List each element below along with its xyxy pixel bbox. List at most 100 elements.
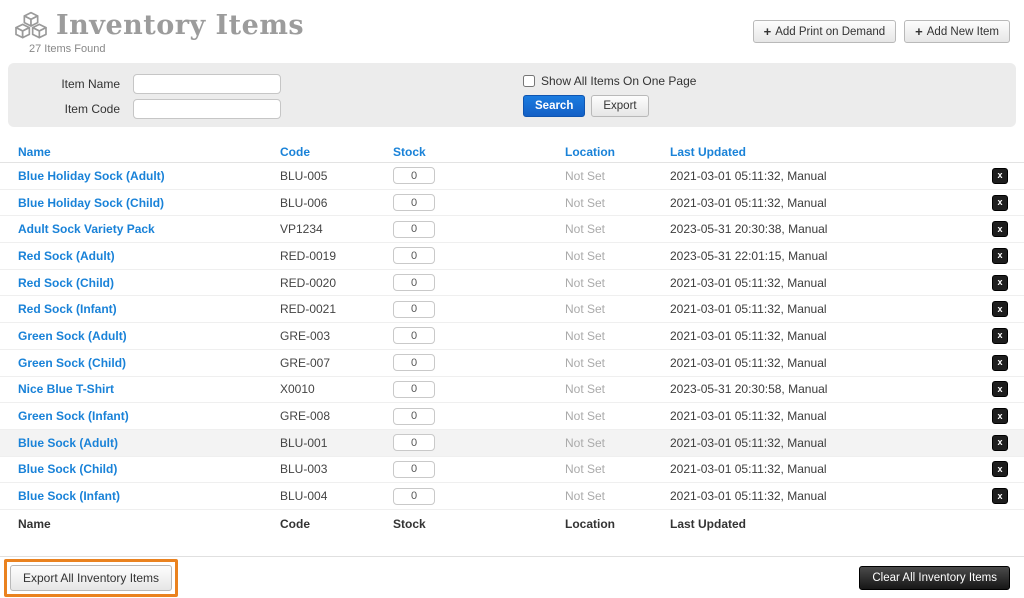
item-location-cell: Not Set: [565, 356, 670, 370]
delete-item-button[interactable]: x: [992, 408, 1008, 424]
delete-item-button[interactable]: x: [992, 248, 1008, 264]
add-new-item-label: Add New Item: [927, 26, 999, 38]
item-location-cell: Not Set: [565, 276, 670, 290]
stock-input[interactable]: [393, 408, 435, 425]
stock-input[interactable]: [393, 274, 435, 291]
stock-cell: [393, 167, 565, 184]
items-found-count: 27 Items Found: [14, 41, 304, 55]
stock-input[interactable]: [393, 301, 435, 318]
stock-cell: [393, 247, 565, 264]
plus-icon: +: [764, 25, 772, 38]
item-code-cell: X0010: [280, 382, 393, 396]
delete-item-button[interactable]: x: [992, 168, 1008, 184]
delete-item-button[interactable]: x: [992, 275, 1008, 291]
footer-column-location: Location: [565, 517, 670, 531]
last-updated-cell: 2023-05-31 20:30:58, Manual: [670, 382, 992, 396]
last-updated-cell: 2021-03-01 05:11:32, Manual: [670, 356, 992, 370]
add-new-item-button[interactable]: + Add New Item: [904, 20, 1010, 43]
stock-cell: [393, 434, 565, 451]
table-row: Adult Sock Variety Pack VP1234 Not Set 2…: [0, 216, 1024, 243]
header-buttons: + Add Print on Demand + Add New Item: [753, 20, 1010, 43]
table-row: Red Sock (Adult) RED-0019 Not Set 2023-0…: [0, 243, 1024, 270]
table-body: Blue Holiday Sock (Adult) BLU-005 Not Se…: [0, 163, 1024, 510]
stock-input[interactable]: [393, 167, 435, 184]
column-header-last-updated[interactable]: Last Updated: [670, 145, 992, 159]
item-name-link[interactable]: Blue Sock (Adult): [18, 436, 118, 450]
column-header-name[interactable]: Name: [18, 145, 280, 159]
item-code-cell: RED-0020: [280, 276, 393, 290]
item-name-link[interactable]: Green Sock (Child): [18, 356, 126, 370]
stock-input[interactable]: [393, 461, 435, 478]
title-block: Inventory Items 27 Items Found: [14, 10, 304, 55]
column-header-location[interactable]: Location: [565, 145, 670, 159]
column-header-stock[interactable]: Stock: [393, 145, 565, 159]
add-print-on-demand-button[interactable]: + Add Print on Demand: [753, 20, 897, 43]
table-row: Green Sock (Infant) GRE-008 Not Set 2021…: [0, 403, 1024, 430]
delete-item-button[interactable]: x: [992, 355, 1008, 371]
search-button[interactable]: Search: [523, 95, 585, 117]
last-updated-cell: 2021-03-01 05:11:32, Manual: [670, 196, 992, 210]
item-location-cell: Not Set: [565, 436, 670, 450]
item-location-cell: Not Set: [565, 329, 670, 343]
item-name-label: Item Name: [8, 77, 133, 91]
show-all-items-label: Show All Items On One Page: [541, 74, 696, 88]
item-location-cell: Not Set: [565, 382, 670, 396]
item-name-link[interactable]: Red Sock (Adult): [18, 249, 115, 263]
item-location-cell: Not Set: [565, 489, 670, 503]
item-name-input[interactable]: [133, 74, 281, 94]
table-row: Blue Holiday Sock (Child) BLU-006 Not Se…: [0, 190, 1024, 217]
show-all-items-checkbox[interactable]: [523, 75, 535, 87]
column-header-code[interactable]: Code: [280, 145, 393, 159]
item-name-link[interactable]: Adult Sock Variety Pack: [18, 222, 155, 236]
stock-input[interactable]: [393, 221, 435, 238]
stock-input[interactable]: [393, 488, 435, 505]
item-code-cell: BLU-003: [280, 462, 393, 476]
item-name-link[interactable]: Blue Sock (Infant): [18, 489, 120, 503]
inventory-table: Name Code Stock Location Last Updated Bl…: [0, 141, 1024, 538]
delete-item-button[interactable]: x: [992, 435, 1008, 451]
stock-cell: [393, 301, 565, 318]
footer-column-name: Name: [18, 517, 280, 531]
bottom-bar: Export All Inventory Items Clear All Inv…: [0, 556, 1024, 598]
export-button[interactable]: Export: [591, 95, 648, 117]
item-name-link[interactable]: Blue Holiday Sock (Child): [18, 196, 164, 210]
stock-input[interactable]: [393, 434, 435, 451]
delete-item-button[interactable]: x: [992, 328, 1008, 344]
delete-item-button[interactable]: x: [992, 221, 1008, 237]
stock-input[interactable]: [393, 381, 435, 398]
item-code-cell: BLU-001: [280, 436, 393, 450]
item-code-cell: BLU-005: [280, 169, 393, 183]
delete-item-button[interactable]: x: [992, 381, 1008, 397]
item-location-cell: Not Set: [565, 169, 670, 183]
stock-cell: [393, 461, 565, 478]
delete-item-button[interactable]: x: [992, 461, 1008, 477]
plus-icon: +: [915, 25, 923, 38]
stock-cell: [393, 194, 565, 211]
stock-input[interactable]: [393, 354, 435, 371]
item-code-cell: RED-0021: [280, 302, 393, 316]
delete-item-button[interactable]: x: [992, 488, 1008, 504]
delete-item-button[interactable]: x: [992, 301, 1008, 317]
stock-cell: [393, 408, 565, 425]
item-location-cell: Not Set: [565, 196, 670, 210]
stock-input[interactable]: [393, 327, 435, 344]
export-all-inventory-items-button[interactable]: Export All Inventory Items: [10, 565, 172, 591]
stock-input[interactable]: [393, 194, 435, 211]
item-name-link[interactable]: Blue Sock (Child): [18, 462, 117, 476]
page-title: Inventory Items: [56, 10, 304, 41]
item-name-link[interactable]: Nice Blue T-Shirt: [18, 382, 114, 396]
table-row: Green Sock (Adult) GRE-003 Not Set 2021-…: [0, 323, 1024, 350]
item-code-input[interactable]: [133, 99, 281, 119]
item-name-link[interactable]: Red Sock (Child): [18, 276, 114, 290]
clear-all-inventory-items-button[interactable]: Clear All Inventory Items: [859, 566, 1010, 590]
stock-input[interactable]: [393, 247, 435, 264]
item-name-link[interactable]: Green Sock (Adult): [18, 329, 127, 343]
item-name-link[interactable]: Red Sock (Infant): [18, 302, 117, 316]
delete-item-button[interactable]: x: [992, 195, 1008, 211]
item-name-link[interactable]: Blue Holiday Sock (Adult): [18, 169, 165, 183]
table-row: Blue Sock (Infant) BLU-004 Not Set 2021-…: [0, 483, 1024, 510]
item-name-link[interactable]: Green Sock (Infant): [18, 409, 129, 423]
last-updated-cell: 2021-03-01 05:11:32, Manual: [670, 436, 992, 450]
add-print-on-demand-label: Add Print on Demand: [775, 26, 885, 38]
stock-cell: [393, 327, 565, 344]
